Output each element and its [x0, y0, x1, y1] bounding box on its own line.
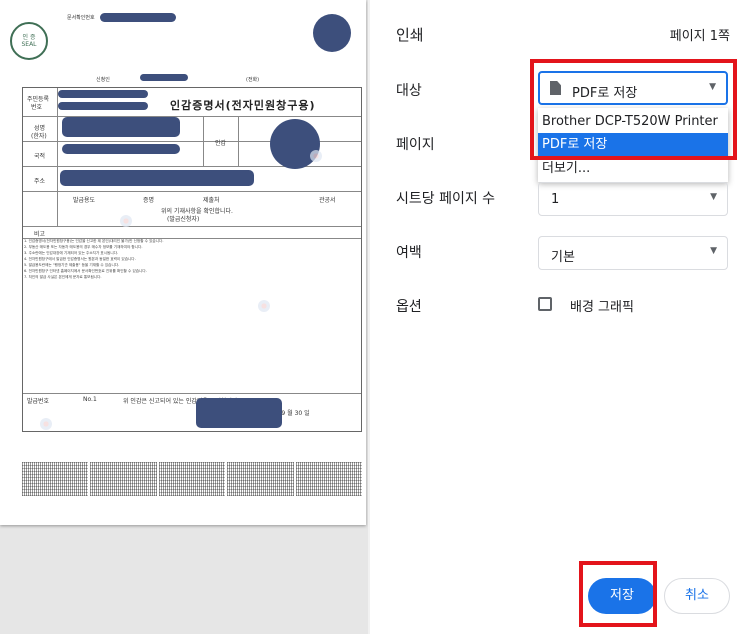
- destination-highlight-frame: [530, 59, 737, 160]
- margins-select[interactable]: 기본 ▼: [538, 236, 728, 270]
- verify-number-label: 문서확인번호: [67, 15, 95, 21]
- redacted-reg-1: [58, 90, 148, 98]
- reg-number-label-2: 번호: [31, 104, 43, 111]
- issue-number: No.1: [83, 396, 97, 403]
- pages-per-sheet-select[interactable]: 1 ▼: [538, 182, 728, 216]
- margins-label: 여백: [396, 245, 422, 261]
- chevron-down-icon: ▼: [710, 246, 717, 256]
- redacted-qr: [313, 14, 351, 52]
- document-barcodes: [22, 462, 363, 496]
- redacted-name: [62, 117, 180, 137]
- save-highlight-frame: [579, 561, 657, 627]
- redacted-nationality: [62, 144, 180, 154]
- redacted-seal: [270, 119, 320, 169]
- usage-value-2: 제출처: [203, 197, 220, 204]
- preview-page: 인 증 SEAL 문서확인번호 신청인 (전화) 주민등록 번호 성명 (한자)…: [0, 0, 366, 525]
- options-label: 옵션: [396, 299, 422, 315]
- dialog-title: 인쇄: [396, 26, 424, 44]
- applicant-label: 신청인: [96, 77, 110, 83]
- margins-value: 기본: [551, 250, 575, 265]
- phone-label: (전화): [246, 77, 260, 83]
- redacted-address: [60, 170, 254, 186]
- print-preview-area: 인 증 SEAL 문서확인번호 신청인 (전화) 주민등록 번호 성명 (한자)…: [0, 0, 370, 634]
- name-label-2: (한자): [31, 133, 47, 140]
- chevron-down-icon: ▼: [710, 192, 717, 202]
- redacted-reg-2: [58, 102, 148, 110]
- usage-value-1: 증명: [143, 197, 155, 204]
- background-graphics-label: 배경 그래픽: [570, 300, 634, 315]
- background-graphics-checkbox[interactable]: [538, 297, 552, 311]
- cancel-button[interactable]: 취소: [664, 578, 730, 614]
- document-notes: 1. 인감증명서(전자민원창구용)는 인감을 신고한 제 본인(대리인 불가)만…: [24, 239, 164, 279]
- usage-label: 발급용도: [73, 197, 96, 204]
- address-label: 주소: [34, 178, 46, 185]
- issue-number-label: 발급번호: [27, 398, 50, 405]
- pages-per-sheet-value: 1: [551, 192, 560, 207]
- redacted-applicant: [140, 74, 188, 81]
- usage-value-3: 관공서: [319, 197, 336, 204]
- print-settings-panel: 인쇄 페이지 1쪽 대상 PDF로 저장 ▼ Brother DCP-T520W…: [370, 0, 752, 634]
- document-title: 인감증명서(전자민원창구용): [170, 99, 316, 112]
- page-count: 페이지 1쪽: [669, 29, 730, 44]
- destination-option-more[interactable]: 더보기...: [538, 157, 728, 181]
- remark-label: 비고: [34, 231, 46, 238]
- seal-label: 인감: [215, 140, 227, 147]
- pages-per-sheet-label: 시트당 페이지 수: [396, 191, 496, 207]
- destination-label: 대상: [396, 83, 422, 99]
- document-seal-icon: 인 증 SEAL: [10, 22, 48, 60]
- nationality-label: 국적: [34, 153, 46, 160]
- redacted-verify-number: [100, 13, 176, 22]
- pages-label: 페이지: [396, 137, 435, 153]
- redacted-signature: [196, 398, 282, 428]
- confirm-sub: (발급신청자): [167, 216, 200, 223]
